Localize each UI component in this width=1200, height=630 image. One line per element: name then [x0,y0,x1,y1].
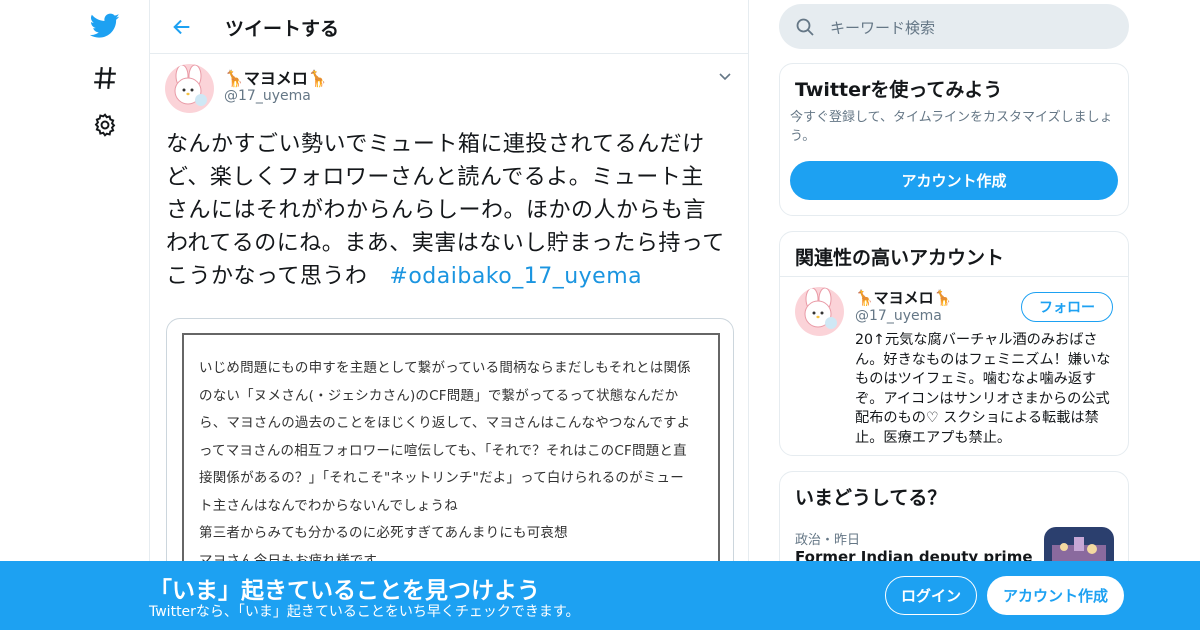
left-nav [0,0,150,630]
tweet-handle[interactable]: @17_uyema [224,88,311,104]
document-text: いじめ問題にもの申すを主題として繋がっている間柄ならまだしもそれとは関係 のない… [199,355,704,575]
search-icon [795,17,815,37]
document-line: いじめ問題にもの申すを主題として繋がっている間柄ならまだしもそれとは関係 [199,360,691,376]
signup-card-description: 今すぐ登録して、タイムラインをカスタマイズしましょう。 [790,110,1113,144]
create-account-button[interactable]: アカウント作成 [790,161,1118,200]
explore-hash-icon[interactable] [90,63,120,93]
trend-category: 政治・昨日 [795,533,861,548]
document-line: 第三者からみても分かるのに必死すぎてあんまりにも可哀想 [199,525,568,541]
related-display-name[interactable]: 🦒マヨメロ🦒 [855,287,952,308]
tweet-text: なんかすごい勢いでミュート箱に連投されてるんだけど、楽しくフォロワーさんと読んで… [166,128,726,293]
bottom-banner: 「いま」起きていることを見つけよう Twitterなら、「いま」起きていることを… [0,561,1200,630]
document-line: ら、マヨさんの過去のことをほじくり返して、マヨさんはこんなやつなんですよ [199,415,691,431]
avatar[interactable] [165,64,214,113]
main-column: ツイートする 🦒マヨメロ🦒 @17_uyema なんかすごい勢いでミュート箱に連… [149,0,749,630]
login-button[interactable]: ログイン [885,576,977,615]
banner-title: 「いま」起きていることを見つけよう [149,578,540,604]
settings-gear-icon[interactable] [90,110,120,140]
related-bio: 20↑元気な腐バーチャル酒のみおばさん。好きなものはフェミニズム！嫌いなものはツ… [855,332,1111,446]
related-accounts-card: 関連性の高いアカウント 🦒マヨメロ🦒 @17_uyema フォロー 20↑元気な… [779,231,1129,456]
document-frame: いじめ問題にもの申すを主題として繋がっている間柄ならまだしもそれとは関係 のない… [182,333,720,573]
document-line: 接関係があるの？」「それこそ"ネットリンチ"だよ」って白けられるのがミュー [199,470,684,486]
back-arrow-icon[interactable] [168,13,196,41]
hashtag-link[interactable]: #odaibako_17_uyema [389,264,642,289]
search-placeholder: キーワード検索 [830,19,936,37]
document-line: ト主さんはなんでわからないんでしょうね [199,497,458,514]
tweet-image[interactable]: いじめ問題にもの申すを主題として繋がっている間柄ならまだしもそれとは関係 のない… [166,318,734,578]
page-title: ツイートする [225,18,340,40]
banner-signup-button[interactable]: アカウント作成 [987,576,1124,615]
main-header: ツイートする [150,0,748,54]
follow-button[interactable]: フォロー [1021,292,1113,322]
search-input[interactable]: キーワード検索 [779,4,1129,49]
related-avatar[interactable] [795,287,844,336]
signup-card: Twitterを使ってみよう 今すぐ登録して、タイムラインをカスタマイズしましょ… [779,63,1129,216]
banner-subtitle: Twitterなら、「いま」起きていることをいち早くチェックできます。 [149,604,580,620]
related-accounts-title: 関連性の高いアカウント [795,247,1005,269]
tweet-display-name[interactable]: 🦒マヨメロ🦒 [224,65,328,89]
related-accounts-header: 関連性の高いアカウント [780,232,1128,277]
trends-title: いまどうしてる？ [795,487,947,509]
document-line: ってマヨさんの相互フォロワーに喧伝しても、「それで？それはこのCF問題と直 [199,442,687,459]
signup-card-title: Twitterを使ってみよう [795,79,1003,101]
document-line: のない「ヌメさん(・ジェシカさん)のCF問題」で繋がってるって状態なんだか [199,387,679,404]
twitter-bird-icon[interactable] [90,11,120,41]
related-handle[interactable]: @17_uyema [855,308,942,324]
chevron-down-icon[interactable] [717,68,733,84]
